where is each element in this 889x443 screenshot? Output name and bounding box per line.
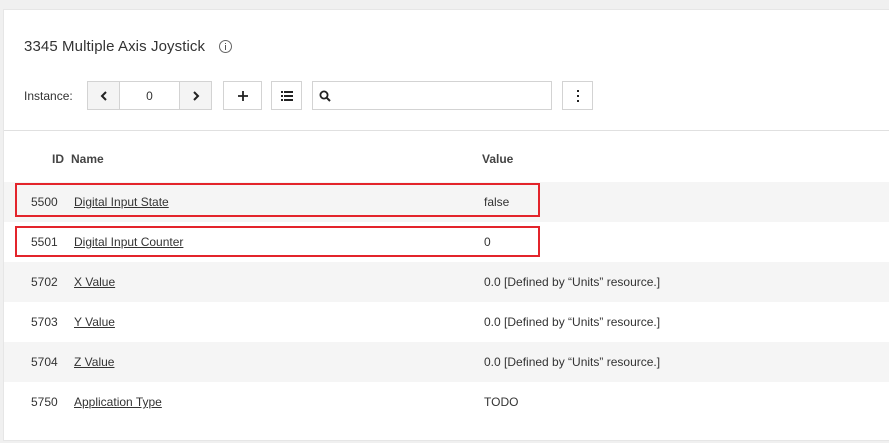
next-instance-button[interactable] [179, 82, 211, 109]
object-panel: 3345 Multiple Axis Joystick Instance: 0 [3, 9, 889, 441]
toolbar: Instance: 0 [24, 81, 604, 111]
resource-name-link[interactable]: Application Type [74, 395, 162, 409]
resource-value: 0.0 [Defined by “Units” resource.] [484, 355, 661, 369]
resource-value: 0 [484, 235, 491, 249]
resource-value: false [484, 195, 510, 209]
instance-value[interactable]: 0 [120, 82, 179, 109]
page-title: 3345 Multiple Axis Joystick [24, 38, 206, 55]
previous-instance-button[interactable] [88, 82, 120, 109]
search-box [312, 81, 552, 110]
table-row: 5501 Digital Input Counter 0 [4, 222, 889, 262]
column-header-value: Value [482, 152, 514, 166]
table-header: ID Name Value [4, 131, 889, 182]
column-header-id: ID [52, 152, 64, 166]
table-row: 5703 Y Value 0.0 [Defined by “Units” res… [4, 302, 889, 342]
object-header: 3345 Multiple Axis Joystick Instance: 0 [4, 10, 889, 131]
plus-icon [237, 90, 248, 101]
more-vertical-icon [576, 89, 579, 102]
resource-name-link[interactable]: Y Value [74, 315, 115, 329]
resource-id: 5702 [31, 275, 58, 289]
chevron-left-icon [100, 90, 107, 101]
resource-id: 5703 [31, 315, 58, 329]
table-row: 5704 Z Value 0.0 [Defined by “Units” res… [4, 342, 889, 382]
info-icon[interactable] [219, 40, 233, 53]
resource-id: 5501 [31, 235, 58, 249]
resource-name-link[interactable]: Digital Input State [74, 195, 169, 209]
resource-value: 0.0 [Defined by “Units” resource.] [484, 275, 661, 289]
search-input[interactable] [337, 82, 551, 109]
resource-id: 5750 [31, 395, 58, 409]
resource-name-link[interactable]: Z Value [74, 355, 114, 369]
column-header-name: Name [71, 152, 104, 166]
add-instance-button[interactable] [223, 81, 262, 110]
resource-id: 5500 [31, 195, 58, 209]
instance-stepper: 0 [87, 81, 212, 110]
list-icon [280, 90, 293, 101]
resource-value: 0.0 [Defined by “Units” resource.] [484, 315, 661, 329]
table-row: 5500 Digital Input State false [4, 182, 889, 222]
resource-value: TODO [484, 395, 519, 409]
instance-label: Instance: [24, 89, 73, 103]
search-icon [313, 90, 337, 102]
chevron-right-icon [192, 90, 199, 101]
list-view-button[interactable] [271, 81, 302, 110]
more-options-button[interactable] [562, 81, 593, 110]
resource-table: ID Name Value 5500 Digital Input State f… [4, 131, 889, 422]
resource-name-link[interactable]: Digital Input Counter [74, 235, 183, 249]
title-row: 3345 Multiple Axis Joystick [24, 38, 233, 55]
resource-name-link[interactable]: X Value [74, 275, 115, 289]
table-row: 5702 X Value 0.0 [Defined by “Units” res… [4, 262, 889, 302]
table-row: 5750 Application Type TODO [4, 382, 889, 422]
resource-id: 5704 [31, 355, 58, 369]
